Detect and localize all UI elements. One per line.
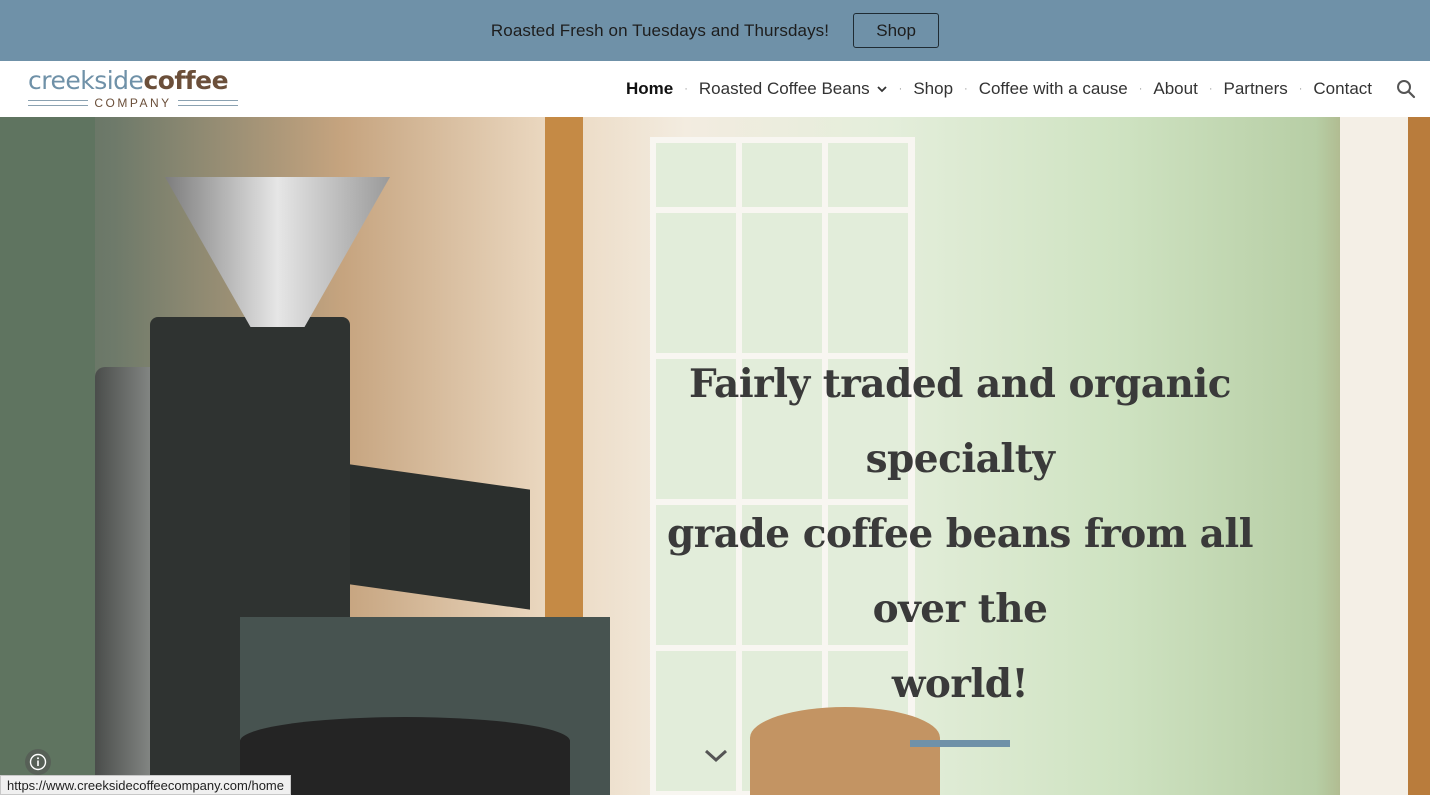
hero-roaster-side [0, 117, 95, 795]
main-menu: Home · Roasted Coffee Beans · Shop · Cof… [626, 61, 1430, 117]
logo-part-creekside: creekside [28, 66, 144, 95]
info-glyph [29, 753, 47, 771]
search-icon[interactable] [1396, 79, 1416, 99]
nav-item-label: Roasted Coffee Beans [698, 79, 870, 98]
nav-separator: · [1208, 83, 1213, 95]
status-bar-url: https://www.creeksidecoffeecompany.com/h… [0, 775, 291, 795]
hero-headline-line: Fairly traded and organic specialty [689, 361, 1232, 482]
nav-item-about[interactable]: About [1153, 79, 1197, 99]
nav-separator: · [1138, 83, 1143, 95]
nav-item-contact[interactable]: Contact [1313, 79, 1372, 99]
nav-separator: · [964, 83, 968, 95]
hero-roaster-control-panel [350, 464, 530, 610]
hero-door-edge [1408, 117, 1430, 795]
nav-separator: · [684, 83, 688, 95]
logo-subtitle-row: COMPANY [28, 96, 239, 110]
announcement-banner: Roasted Fresh on Tuesdays and Thursdays!… [0, 0, 1430, 61]
headline-accent-bar [910, 740, 1010, 747]
chevron-down-icon[interactable] [703, 747, 729, 765]
logo-wordmark: creeksidecoffee [28, 67, 238, 95]
hero-roaster-hopper [165, 177, 390, 327]
banner-text: Roasted Fresh on Tuesdays and Thursdays! [490, 20, 830, 40]
hero-headline: Fairly traded and organic specialty grad… [630, 347, 1290, 722]
logo-part-coffee: coffee [143, 66, 229, 95]
hero-open-door [1340, 117, 1410, 795]
top-navigation: creeksidecoffee COMPANY Home · Roasted C… [0, 61, 1430, 117]
nav-item-shop[interactable]: Shop [913, 79, 953, 99]
chevron-down-icon [877, 86, 887, 93]
nav-item-home[interactable]: Home [626, 79, 673, 99]
nav-separator: · [1298, 83, 1303, 95]
nav-item-roasted-coffee-beans[interactable]: Roasted Coffee Beans [699, 79, 888, 99]
hero-headline-line: world! [891, 661, 1029, 707]
hero-section: Fairly traded and organic specialty grad… [0, 117, 1430, 795]
nav-item-coffee-with-a-cause[interactable]: Coffee with a cause [979, 79, 1128, 99]
info-icon[interactable] [25, 749, 51, 775]
nav-separator: · [898, 83, 903, 95]
site-logo[interactable]: creeksidecoffee COMPANY [28, 67, 239, 113]
nav-item-partners[interactable]: Partners [1223, 79, 1287, 99]
logo-rule-left [28, 100, 89, 106]
logo-rule-right [177, 100, 239, 106]
logo-subtitle: COMPANY [94, 96, 172, 110]
hero-headline-block: Fairly traded and organic specialty grad… [630, 347, 1290, 747]
banner-shop-button[interactable]: Shop [853, 13, 940, 48]
hero-headline-line: grade coffee beans from all over the [666, 511, 1254, 632]
